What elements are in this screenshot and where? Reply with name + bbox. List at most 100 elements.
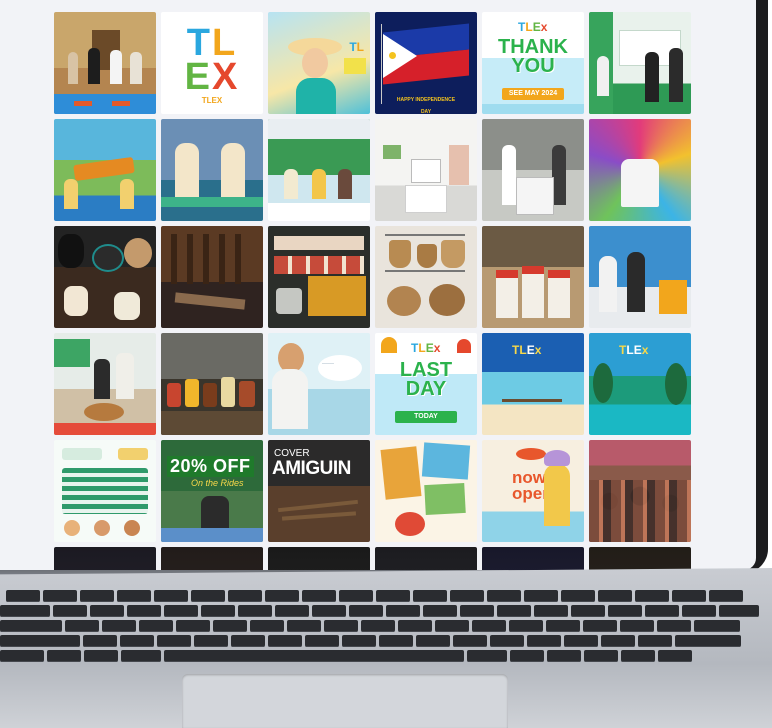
grid-tile-staff-with-banner[interactable] — [589, 226, 691, 328]
now-open-poster: now open — [482, 440, 584, 542]
tlex-logo-subtext: TLEX — [201, 96, 223, 105]
dark-stage-photo — [161, 547, 263, 570]
packaged-goods — [268, 226, 370, 328]
grid-tile-packaged-goods[interactable] — [268, 226, 370, 328]
red-packaged-products — [482, 226, 584, 328]
grid-tile-booth-scenery-display[interactable] — [54, 119, 156, 221]
grid-tile-booth-green-backdrop[interactable] — [268, 119, 370, 221]
tlex-logo: TL — [349, 40, 364, 54]
twenty-percent-off-poster: 20% OFF On the Rides — [161, 440, 263, 542]
travel-collage-poster — [375, 440, 477, 542]
thank-you-poster: TLEx THANK YOU SEE MAY 2024 — [482, 12, 584, 114]
dark-stage-photo — [268, 547, 370, 570]
schedule-table — [62, 468, 148, 514]
philippine-flag-graphic: HAPPY INDEPENDENCE DAY — [375, 12, 477, 114]
grid-tile-pottery-jars[interactable] — [54, 226, 156, 328]
dark-stage-photo — [375, 547, 477, 570]
last-day-caption: TODAY — [395, 411, 457, 423]
flag-caption: HAPPY INDEPENDENCE DAY — [396, 97, 456, 114]
discount-headline: 20% OFF — [167, 456, 254, 477]
crowd-audience — [589, 440, 691, 542]
dark-stage-photo — [54, 547, 156, 570]
grid-tile-red-packaged-products[interactable] — [482, 226, 584, 328]
keyboard-row — [0, 635, 762, 647]
grid-tile-booth-staff-photo[interactable] — [589, 12, 691, 114]
grid-tile-beach-pier[interactable]: TLEx — [482, 333, 584, 435]
grid-tile-dark-stage-5[interactable] — [482, 547, 584, 570]
grid-tile-dark-stage-1[interactable] — [54, 547, 156, 570]
grid-tile-colorful-tshirts[interactable] — [589, 119, 691, 221]
wood-crafts — [161, 226, 263, 328]
grid-tile-now-open-poster[interactable]: now open — [482, 440, 584, 542]
booth-green-backdrop — [268, 119, 370, 221]
keyboard-row — [0, 620, 762, 632]
cover-title: AMIGUIN — [272, 458, 351, 479]
keyboard-row — [0, 605, 762, 617]
grid-tile-tlex-logo[interactable]: TL EX TLEX — [161, 12, 263, 114]
schedule-poster — [54, 440, 156, 542]
grid-tile-wood-crafts[interactable] — [161, 226, 263, 328]
grid-tile-mother-and-child[interactable]: ······ — [268, 333, 370, 435]
grid-tile-two-vendors-booth[interactable] — [161, 119, 263, 221]
grid-tile-travel-collage[interactable] — [375, 440, 477, 542]
keyboard-row — [0, 650, 762, 662]
dark-stage-photo — [482, 547, 584, 570]
booth-scenery-display — [54, 119, 156, 221]
dark-stage-photo — [589, 547, 691, 570]
tlex-logo: TLEx — [512, 343, 542, 357]
grid-tile-white-booth-interior[interactable] — [375, 119, 477, 221]
grid-tile-dark-stage-3[interactable] — [268, 547, 370, 570]
laptop-keyboard — [0, 590, 762, 674]
headline-line-2: YOU — [511, 55, 555, 77]
thank-you-headline: THANK YOU — [482, 37, 584, 77]
grid-tile-palm-lagoon[interactable]: TLEx — [589, 333, 691, 435]
last-day-poster: TLEx LAST DAY TODAY — [375, 333, 477, 435]
tlex-logo: TL EX — [184, 22, 240, 98]
grid-tile-officials-group-photo[interactable] — [54, 12, 156, 114]
palm-lagoon-poster: TLEx — [589, 333, 691, 435]
grid-tile-camiguin-cover[interactable]: COVER AMIGUIN — [268, 440, 370, 542]
lady-with-hat-poster: TL — [268, 12, 370, 114]
booth-counter — [482, 119, 584, 221]
tlex-logo-card: TL EX TLEX — [161, 12, 263, 114]
poster-small-text: ······ — [322, 361, 334, 367]
grid-tile-last-day-poster[interactable]: TLEx LAST DAY TODAY — [375, 333, 477, 435]
camiguin-cover-poster: COVER AMIGUIN — [268, 440, 370, 542]
white-booth-interior — [375, 119, 477, 221]
jars-and-bottles — [161, 333, 263, 435]
laptop-screen: TL EX TLEX TL HAPPY INDEPENDENCE DAY TLE… — [0, 0, 756, 570]
thank-you-caption: SEE MAY 2024 — [502, 88, 564, 100]
grid-tile-dark-stage-2[interactable] — [161, 547, 263, 570]
discount-caption: On the Rides — [191, 478, 244, 488]
staff-with-banner — [589, 226, 691, 328]
grid-tile-jars-and-bottles[interactable] — [161, 333, 263, 435]
woven-baskets — [375, 226, 477, 328]
booth-staff-photo — [589, 12, 691, 114]
photo-grid: TL EX TLEX TL HAPPY INDEPENDENCE DAY TLE… — [54, 12, 694, 570]
grid-tile-lady-with-hat-poster[interactable]: TL — [268, 12, 370, 114]
last-day-headline: LAST DAY — [375, 360, 477, 400]
grid-tile-dark-stage-4[interactable] — [375, 547, 477, 570]
tlex-logo: TLEx — [619, 343, 649, 357]
tlex-logo: TLEx — [518, 20, 548, 34]
grid-tile-twenty-percent-off[interactable]: 20% OFF On the Rides — [161, 440, 263, 542]
grid-tile-product-stall[interactable] — [54, 333, 156, 435]
colorful-tshirts — [589, 119, 691, 221]
grid-tile-philippine-flag[interactable]: HAPPY INDEPENDENCE DAY — [375, 12, 477, 114]
grid-tile-booth-counter[interactable] — [482, 119, 584, 221]
grid-tile-thank-you-poster[interactable]: TLEx THANK YOU SEE MAY 2024 — [482, 12, 584, 114]
laptop-trackpad — [182, 674, 508, 728]
grid-tile-woven-baskets[interactable] — [375, 226, 477, 328]
grid-tile-crowd-audience[interactable] — [589, 440, 691, 542]
beach-pier-poster: TLEx — [482, 333, 584, 435]
keyboard-row — [0, 590, 762, 602]
two-vendors-booth — [161, 119, 263, 221]
grid-tile-schedule-poster[interactable] — [54, 440, 156, 542]
product-stall — [54, 333, 156, 435]
pottery-jars — [54, 226, 156, 328]
grid-tile-dark-stage-6[interactable] — [589, 547, 691, 570]
headline-line-2: DAY — [405, 378, 447, 400]
tlex-logo: TLEx — [411, 341, 441, 355]
mother-and-child-poster: ······ — [268, 333, 370, 435]
officials-group-photo — [54, 12, 156, 114]
